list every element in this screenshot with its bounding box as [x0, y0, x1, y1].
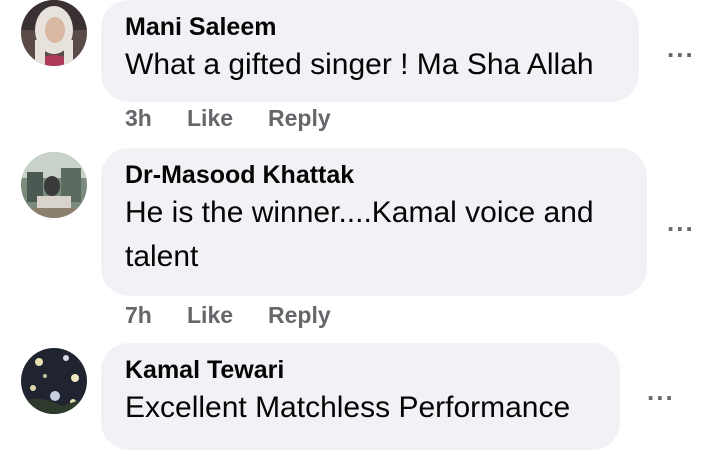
comment-timestamp[interactable]: 3h [125, 104, 187, 132]
comment-text: What a gifted singer ! Ma Sha Allah [125, 48, 594, 81]
avatar[interactable] [21, 0, 87, 66]
avatar[interactable] [21, 152, 87, 218]
comment-actions: 3h Like Reply [125, 104, 331, 132]
like-button[interactable]: Like [187, 301, 268, 329]
reply-button[interactable]: Reply [268, 301, 331, 329]
comment-bubble: Dr-Masood Khattak He is the winner....Ka… [101, 148, 647, 296]
comment-timestamp[interactable]: 7h [125, 301, 187, 329]
comment-author[interactable]: Kamal Tewari [125, 355, 596, 385]
more-options-icon[interactable]: ... [667, 209, 695, 235]
avatar-image [21, 0, 87, 66]
avatar[interactable] [21, 348, 87, 414]
comment-author[interactable]: Mani Saleem [125, 12, 615, 42]
comment-bubble: Mani Saleem What a gifted singer ! Ma Sh… [101, 0, 639, 102]
reply-button[interactable]: Reply [268, 104, 331, 132]
comment-text: He is the winner....Kamal voice and tale… [125, 196, 594, 273]
more-options-icon[interactable]: ... [667, 35, 695, 61]
comment-actions: 7h Like Reply [125, 301, 331, 329]
comment-author[interactable]: Dr-Masood Khattak [125, 160, 623, 190]
avatar-image [21, 152, 87, 218]
comment-bubble: Kamal Tewari Excellent Matchless Perform… [101, 343, 620, 450]
avatar-image [21, 348, 87, 414]
like-button[interactable]: Like [187, 104, 268, 132]
more-options-icon[interactable]: ... [647, 378, 675, 404]
comment-text: Excellent Matchless Performance [125, 391, 571, 424]
